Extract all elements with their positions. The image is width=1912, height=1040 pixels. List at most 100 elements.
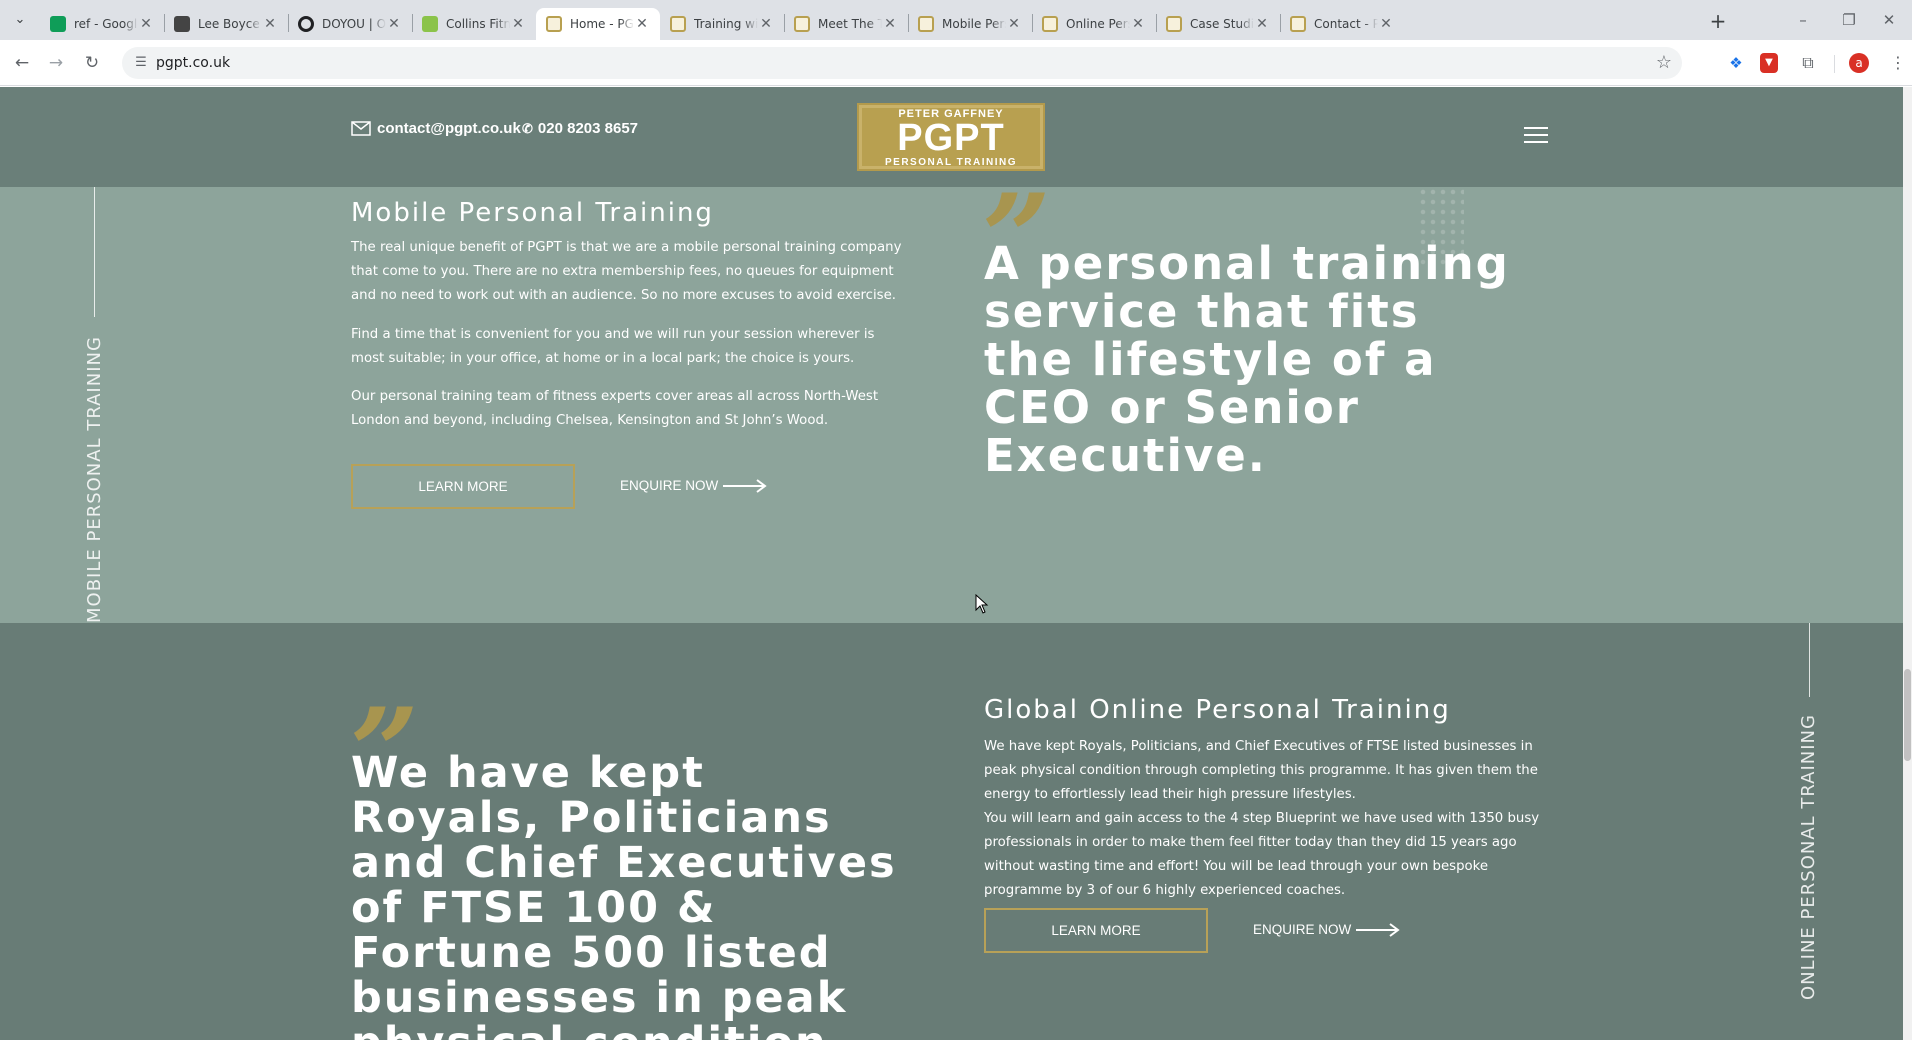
tab-close-icon[interactable]: ✕ — [1006, 16, 1022, 32]
browser-tab[interactable]: Home - PGPT✕ — [536, 8, 660, 40]
tab-title: Meet The Trainers — [818, 17, 882, 31]
browser-tab[interactable]: Meet The Trainers✕ — [784, 8, 908, 40]
mobile-side-label: MOBILE PERSONAL TRAINING — [84, 336, 105, 623]
new-tab-button[interactable]: + — [1704, 8, 1732, 36]
minimize-button[interactable]: – — [1780, 6, 1826, 34]
sheets-icon — [50, 16, 66, 32]
tab-close-icon[interactable]: ✕ — [1130, 16, 1146, 32]
tab-close-icon[interactable]: ✕ — [758, 16, 774, 32]
tab-strip: ⌄ ref - Google Sheets✕Lee Boyce | Real✕D… — [0, 0, 1912, 40]
tab-search-chevron-icon[interactable]: ⌄ — [8, 8, 32, 32]
address-bar[interactable]: ☰ pgpt.co.uk ☆ — [122, 47, 1682, 79]
tab-title: ref - Google Sheets — [74, 17, 138, 31]
arrow-right-icon — [723, 478, 767, 493]
online-side-label: ONLINE PERSONAL TRAINING — [1798, 714, 1819, 1000]
browser-tab[interactable]: Case Studies - PGPT✕ — [1156, 8, 1280, 40]
browser-tab[interactable]: ref - Google Sheets✕ — [40, 8, 164, 40]
green-square-icon — [422, 16, 438, 32]
extension-shield-icon[interactable]: ▼ — [1760, 53, 1778, 73]
tab-close-icon[interactable]: ✕ — [882, 16, 898, 32]
online-enquire-label: ENQUIRE NOW — [1253, 922, 1352, 937]
close-window-button[interactable]: ✕ — [1866, 6, 1912, 34]
tab-close-icon[interactable]: ✕ — [138, 16, 154, 32]
logo-line-2: PGPT — [897, 117, 1005, 159]
pgpt-icon — [1166, 16, 1182, 32]
tab-close-icon[interactable]: ✕ — [510, 16, 526, 32]
profile-avatar[interactable]: a — [1849, 53, 1869, 73]
back-button[interactable]: ← — [8, 49, 36, 77]
mobile-quote: A personal training service that fits th… — [984, 237, 1510, 482]
tab-close-icon[interactable]: ✕ — [1378, 16, 1394, 32]
mobile-title: Mobile Personal Training — [351, 198, 714, 228]
mobile-paragraph-1: The real unique benefit of PGPT is that … — [351, 240, 902, 303]
mobile-enquire-label: ENQUIRE NOW — [620, 478, 719, 493]
tab-title: Training with Peter — [694, 17, 758, 31]
tab-title: Contact - PGPT — [1314, 17, 1378, 31]
tab-title: Online Personal Training — [1066, 17, 1130, 31]
phone-text: 020 8203 8657 — [537, 120, 639, 137]
pgpt-icon — [1290, 16, 1306, 32]
pgpt-icon — [1042, 16, 1058, 32]
email-text: contact@pgpt.co.uk — [377, 120, 521, 137]
mouse-cursor-icon — [975, 594, 989, 614]
site-header: contact@pgpt.co.uk ✆ 020 8203 8657 PETER… — [0, 87, 1903, 187]
tab-title: DOYOU | Online — [322, 17, 386, 31]
online-quote: We have kept Royals, Politicians and Chi… — [351, 748, 897, 1040]
browser-tab[interactable]: Mobile Personal Training✕ — [908, 8, 1032, 40]
online-paragraph-2: You will learn and gain access to the 4 … — [984, 811, 1540, 898]
mobile-learn-more-label: LEARN MORE — [418, 479, 508, 494]
online-title: Global Online Personal Training — [984, 695, 1451, 725]
tab-close-icon[interactable]: ✕ — [262, 16, 278, 32]
url-text[interactable]: pgpt.co.uk — [156, 55, 230, 71]
online-training-section: ONLINE PERSONAL TRAINING ” We have kept … — [0, 623, 1903, 1040]
pgpt-icon — [794, 16, 810, 32]
circle-o-icon — [298, 16, 314, 32]
arrow-right-icon — [1356, 922, 1400, 937]
envelope-icon — [351, 121, 371, 136]
pgpt-icon — [670, 16, 686, 32]
site-info-icon[interactable]: ☰ — [132, 54, 150, 72]
browser-tab[interactable]: Lee Boyce | Real✕ — [164, 8, 288, 40]
extensions-puzzle-icon[interactable]: ⧉ — [1796, 51, 1820, 75]
person-icon — [174, 16, 190, 32]
browser-toolbar: ← → ↻ ☰ pgpt.co.uk ☆ ❖ ▼ ⧉ a ⋮ — [0, 40, 1912, 86]
phone-contact-link[interactable]: ✆ 020 8203 8657 — [522, 120, 638, 137]
mobile-learn-more-button[interactable]: LEARN MORE — [351, 464, 575, 509]
browser-tab[interactable]: Online Personal Training✕ — [1032, 8, 1156, 40]
email-contact-link[interactable]: contact@pgpt.co.uk — [351, 120, 521, 137]
mobile-paragraph-2: Find a time that is convenient for you a… — [351, 327, 875, 366]
scrollbar-thumb[interactable] — [1904, 669, 1911, 761]
timeline-line — [1809, 623, 1810, 697]
browser-tab[interactable]: Contact - PGPT✕ — [1280, 8, 1404, 40]
pgpt-logo[interactable]: PETER GAFFNEY PGPT PERSONAL TRAINING — [857, 103, 1045, 171]
forward-button[interactable]: → — [42, 49, 70, 77]
tab-close-icon[interactable]: ✕ — [634, 16, 650, 32]
tab-title: Home - PGPT — [570, 17, 634, 31]
tab-close-icon[interactable]: ✕ — [386, 16, 402, 32]
toolbar-divider — [1834, 55, 1835, 73]
online-paragraph-1: We have kept Royals, Politicians, and Ch… — [984, 739, 1538, 802]
tab-title: Collins Fitness — [446, 17, 510, 31]
logo-line-3: PERSONAL TRAINING — [885, 157, 1017, 168]
browser-tab[interactable]: DOYOU | Online✕ — [288, 8, 412, 40]
hamburger-menu-icon[interactable] — [1524, 127, 1548, 145]
browser-tab[interactable]: Training with Peter✕ — [660, 8, 784, 40]
pgpt-icon — [546, 16, 562, 32]
tab-title: Lee Boyce | Real — [198, 17, 262, 31]
web-page: MOBILE PERSONAL TRAINING Mobile Personal… — [0, 87, 1903, 1040]
pgpt-icon — [918, 16, 934, 32]
browser-menu-icon[interactable]: ⋮ — [1886, 51, 1910, 75]
reload-button[interactable]: ↻ — [78, 49, 106, 77]
tab-title: Case Studies - PGPT — [1190, 17, 1254, 31]
bookmark-star-icon[interactable]: ☆ — [1656, 52, 1672, 73]
mobile-enquire-now-link[interactable]: ENQUIRE NOW — [620, 473, 768, 498]
tab-close-icon[interactable]: ✕ — [1254, 16, 1270, 32]
mobile-paragraph-3: Our personal training team of fitness ex… — [351, 389, 879, 428]
mobile-training-section: MOBILE PERSONAL TRAINING Mobile Personal… — [0, 102, 1903, 623]
phone-icon: ✆ — [522, 120, 533, 136]
browser-tab[interactable]: Collins Fitness✕ — [412, 8, 536, 40]
page-scrollbar[interactable] — [1903, 87, 1912, 1040]
online-learn-more-button[interactable]: LEARN MORE — [984, 908, 1208, 953]
online-enquire-now-link[interactable]: ENQUIRE NOW — [1253, 917, 1401, 942]
extension-blue-icon[interactable]: ❖ — [1724, 51, 1748, 75]
